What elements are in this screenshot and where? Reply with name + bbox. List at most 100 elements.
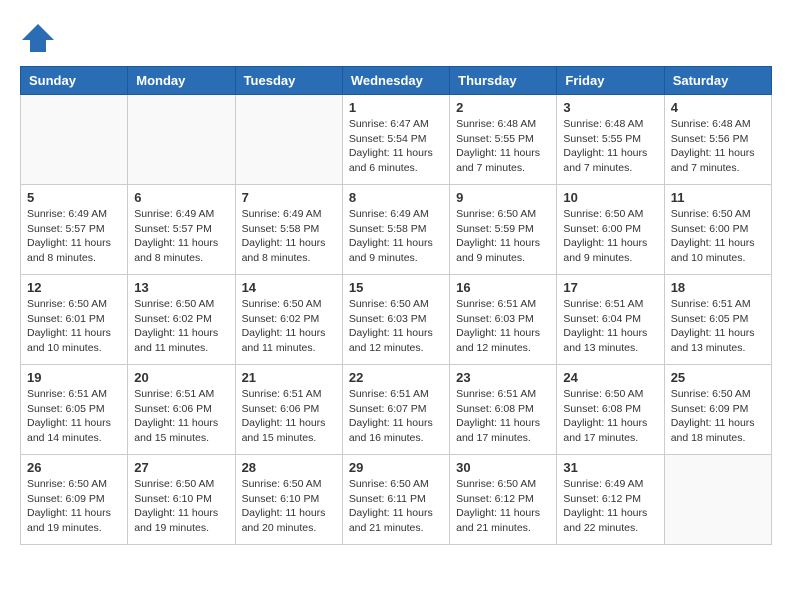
day-info: Sunrise: 6:50 AMSunset: 6:02 PMDaylight:… [134,297,228,356]
day-number: 16 [456,280,550,295]
day-info: Sunrise: 6:50 AMSunset: 6:00 PMDaylight:… [563,207,657,266]
calendar-cell [235,95,342,185]
day-number: 27 [134,460,228,475]
day-info: Sunrise: 6:50 AMSunset: 6:12 PMDaylight:… [456,477,550,536]
day-number: 17 [563,280,657,295]
day-number: 26 [27,460,121,475]
day-number: 13 [134,280,228,295]
day-number: 23 [456,370,550,385]
day-info: Sunrise: 6:48 AMSunset: 5:56 PMDaylight:… [671,117,765,176]
day-info: Sunrise: 6:50 AMSunset: 6:03 PMDaylight:… [349,297,443,356]
calendar-cell [664,455,771,545]
calendar-cell: 15Sunrise: 6:50 AMSunset: 6:03 PMDayligh… [342,275,449,365]
day-number: 28 [242,460,336,475]
day-header-thursday: Thursday [450,67,557,95]
day-info: Sunrise: 6:51 AMSunset: 6:04 PMDaylight:… [563,297,657,356]
day-info: Sunrise: 6:50 AMSunset: 6:09 PMDaylight:… [671,387,765,446]
calendar-cell: 2 Sunrise: 6:48 AMSunset: 5:55 PMDaylight… [450,95,557,185]
calendar-week-5: 26 Sunrise: 6:50 AMSunset: 6:09 PMDayligh… [21,455,772,545]
day-info: Sunrise: 6:49 AMSunset: 5:57 PMDaylight:… [134,207,228,266]
logo-icon [20,20,56,56]
calendar-cell: 16Sunrise: 6:51 AMSunset: 6:03 PMDayligh… [450,275,557,365]
day-number: 29 [349,460,443,475]
day-info: Sunrise: 6:48 AMSunset: 5:55 PMDaylight:… [563,117,657,176]
day-number: 22 [349,370,443,385]
calendar-cell: 18Sunrise: 6:51 AMSunset: 6:05 PMDayligh… [664,275,771,365]
calendar-cell: 20 Sunrise: 6:51 AMSunset: 6:06 PMDayligh… [128,365,235,455]
day-header-wednesday: Wednesday [342,67,449,95]
day-number: 10 [563,190,657,205]
day-info: Sunrise: 6:50 AMSunset: 6:08 PMDaylight:… [563,387,657,446]
calendar-cell: 3 Sunrise: 6:48 AMSunset: 5:55 PMDaylight… [557,95,664,185]
calendar-cell: 27 Sunrise: 6:50 AMSunset: 6:10 PMDayligh… [128,455,235,545]
day-info: Sunrise: 6:48 AMSunset: 5:55 PMDaylight:… [456,117,550,176]
day-info: Sunrise: 6:50 AMSunset: 6:10 PMDaylight:… [134,477,228,536]
calendar-cell: 14 Sunrise: 6:50 AMSunset: 6:02 PMDayligh… [235,275,342,365]
day-header-saturday: Saturday [664,67,771,95]
day-info: Sunrise: 6:51 AMSunset: 6:08 PMDaylight:… [456,387,550,446]
calendar-cell [21,95,128,185]
day-info: Sunrise: 6:50 AMSunset: 6:11 PMDaylight:… [349,477,443,536]
calendar-cell: 29 Sunrise: 6:50 AMSunset: 6:11 PMDayligh… [342,455,449,545]
day-info: Sunrise: 6:50 AMSunset: 6:10 PMDaylight:… [242,477,336,536]
day-header-sunday: Sunday [21,67,128,95]
day-info: Sunrise: 6:51 AMSunset: 6:06 PMDaylight:… [134,387,228,446]
calendar-cell: 19 Sunrise: 6:51 AMSunset: 6:05 PMDayligh… [21,365,128,455]
day-number: 11 [671,190,765,205]
calendar-cell: 1Sunrise: 6:47 AMSunset: 5:54 PMDaylight… [342,95,449,185]
calendar-cell: 7 Sunrise: 6:49 AMSunset: 5:58 PMDaylight… [235,185,342,275]
day-number: 19 [27,370,121,385]
calendar-cell: 5 Sunrise: 6:49 AMSunset: 5:57 PMDaylight… [21,185,128,275]
calendar-cell: 13 Sunrise: 6:50 AMSunset: 6:02 PMDayligh… [128,275,235,365]
day-header-monday: Monday [128,67,235,95]
day-info: Sunrise: 6:49 AMSunset: 5:58 PMDaylight:… [242,207,336,266]
day-info: Sunrise: 6:50 AMSunset: 6:00 PMDaylight:… [671,207,765,266]
calendar-cell: 9Sunrise: 6:50 AMSunset: 5:59 PMDaylight… [450,185,557,275]
day-number: 1 [349,100,443,115]
calendar-cell: 26 Sunrise: 6:50 AMSunset: 6:09 PMDayligh… [21,455,128,545]
day-number: 7 [242,190,336,205]
calendar-table: SundayMondayTuesdayWednesdayThursdayFrid… [20,66,772,545]
calendar-cell: 23 Sunrise: 6:51 AMSunset: 6:08 PMDayligh… [450,365,557,455]
calendar-cell: 22 Sunrise: 6:51 AMSunset: 6:07 PMDayligh… [342,365,449,455]
calendar-cell: 28 Sunrise: 6:50 AMSunset: 6:10 PMDayligh… [235,455,342,545]
day-number: 21 [242,370,336,385]
logo [20,20,60,56]
day-number: 24 [563,370,657,385]
day-number: 2 [456,100,550,115]
day-number: 5 [27,190,121,205]
day-info: Sunrise: 6:49 AMSunset: 6:12 PMDaylight:… [563,477,657,536]
day-number: 14 [242,280,336,295]
day-number: 12 [27,280,121,295]
calendar-week-4: 19 Sunrise: 6:51 AMSunset: 6:05 PMDayligh… [21,365,772,455]
calendar-cell: 11 Sunrise: 6:50 AMSunset: 6:00 PMDayligh… [664,185,771,275]
day-info: Sunrise: 6:51 AMSunset: 6:07 PMDaylight:… [349,387,443,446]
day-info: Sunrise: 6:50 AMSunset: 6:01 PMDaylight:… [27,297,121,356]
calendar-week-2: 5 Sunrise: 6:49 AMSunset: 5:57 PMDaylight… [21,185,772,275]
day-number: 20 [134,370,228,385]
calendar-cell: 17 Sunrise: 6:51 AMSunset: 6:04 PMDayligh… [557,275,664,365]
calendar-cell: 21 Sunrise: 6:51 AMSunset: 6:06 PMDayligh… [235,365,342,455]
day-info: Sunrise: 6:49 AMSunset: 5:57 PMDaylight:… [27,207,121,266]
day-info: Sunrise: 6:51 AMSunset: 6:05 PMDaylight:… [671,297,765,356]
calendar-cell: 4 Sunrise: 6:48 AMSunset: 5:56 PMDaylight… [664,95,771,185]
day-info: Sunrise: 6:51 AMSunset: 6:05 PMDaylight:… [27,387,121,446]
day-number: 25 [671,370,765,385]
calendar-week-1: 1Sunrise: 6:47 AMSunset: 5:54 PMDaylight… [21,95,772,185]
calendar-header-row: SundayMondayTuesdayWednesdayThursdayFrid… [21,67,772,95]
day-info: Sunrise: 6:50 AMSunset: 5:59 PMDaylight:… [456,207,550,266]
day-info: Sunrise: 6:50 AMSunset: 6:09 PMDaylight:… [27,477,121,536]
day-number: 4 [671,100,765,115]
day-number: 31 [563,460,657,475]
day-info: Sunrise: 6:50 AMSunset: 6:02 PMDaylight:… [242,297,336,356]
calendar-cell: 12 Sunrise: 6:50 AMSunset: 6:01 PMDayligh… [21,275,128,365]
calendar-cell: 6Sunrise: 6:49 AMSunset: 5:57 PMDaylight… [128,185,235,275]
day-number: 3 [563,100,657,115]
day-info: Sunrise: 6:51 AMSunset: 6:06 PMDaylight:… [242,387,336,446]
day-header-tuesday: Tuesday [235,67,342,95]
day-number: 8 [349,190,443,205]
day-info: Sunrise: 6:49 AMSunset: 5:58 PMDaylight:… [349,207,443,266]
calendar-cell: 30Sunrise: 6:50 AMSunset: 6:12 PMDayligh… [450,455,557,545]
calendar-cell [128,95,235,185]
calendar-cell: 24 Sunrise: 6:50 AMSunset: 6:08 PMDayligh… [557,365,664,455]
